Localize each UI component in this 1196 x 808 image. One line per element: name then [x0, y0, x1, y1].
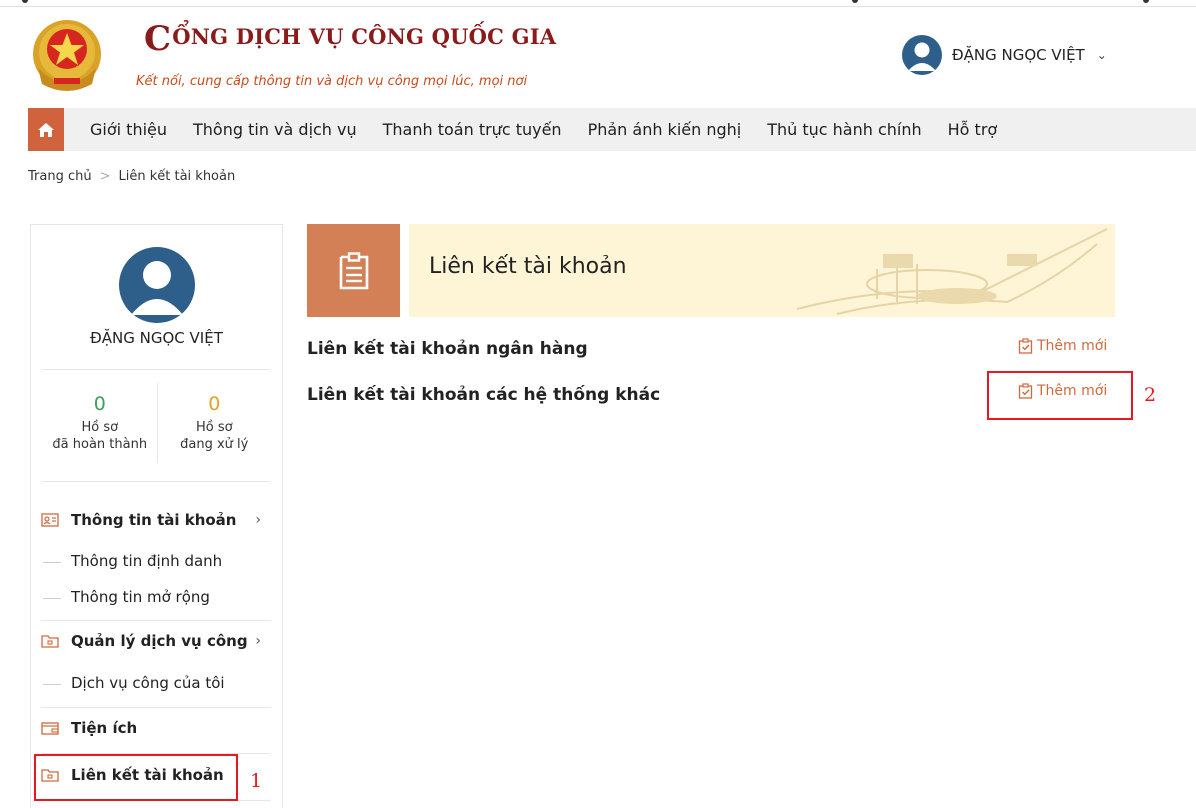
sidebar-item-utilities[interactable]: Tiện ích: [41, 719, 269, 737]
stat-completed[interactable]: 0 Hồ sơ đã hoàn thành: [43, 383, 157, 463]
bank-link-title: Liên kết tài khoản ngân hàng: [307, 339, 588, 359]
sidebar-item-label: Tiện ích: [71, 719, 138, 737]
nav-item-feedback[interactable]: Phản ánh kiến nghị: [588, 120, 742, 139]
clipboard-check-icon: [1018, 338, 1033, 354]
nav-item-intro[interactable]: Giới thiệu: [90, 120, 167, 139]
tree-line: [43, 562, 61, 563]
add-bank-link-label: Thêm mới: [1037, 338, 1108, 354]
page-title: Liên kết tài khoản: [429, 254, 627, 279]
chevron-down-icon: ⌄: [1096, 48, 1107, 62]
page-banner: Liên kết tài khoản: [307, 224, 1115, 317]
national-emblem-logo[interactable]: [28, 18, 106, 94]
nav-item-support[interactable]: Hỗ trợ: [948, 120, 998, 139]
clipboard-icon: [307, 224, 400, 317]
other-systems-link-title: Liên kết tài khoản các hệ thống khác: [307, 385, 661, 405]
user-name: ĐẶNG NGỌC VIỆT: [952, 46, 1085, 64]
tree-line: [43, 598, 61, 599]
add-bank-link-button[interactable]: Thêm mới: [1018, 338, 1107, 354]
profile-name: ĐẶNG NGỌC VIỆT: [90, 329, 223, 347]
breadcrumb-home[interactable]: Trang chủ: [28, 169, 92, 184]
account-sidebar: ĐẶNG NGỌC VIỆT 0 Hồ sơ đã hoàn thành 0 H…: [30, 224, 283, 808]
brand-title: CỔNG DỊCH VỤ CÔNG QUỐC GIA: [144, 22, 556, 56]
stats-panel: 0 Hồ sơ đã hoàn thành 0 Hồ sơ đang xử lý: [43, 383, 271, 463]
main-nav: Giới thiệu Thông tin và dịch vụ Thanh to…: [28, 108, 1196, 151]
brand-subtitle: Kết nối, cung cấp thông tin và dịch vụ c…: [136, 74, 528, 89]
brand-initial: C: [144, 19, 172, 59]
sidebar-subitem-my-services[interactable]: Dịch vụ công của tôi: [71, 674, 225, 692]
sidebar-divider: [41, 707, 271, 708]
stat-processing-count: 0: [208, 393, 221, 415]
user-avatar-icon: [902, 35, 942, 75]
nav-item-online-payment[interactable]: Thanh toán trực tuyến: [383, 120, 562, 139]
wallet-icon: [41, 722, 59, 735]
stat-completed-label: Hồ sơ đã hoàn thành: [52, 420, 148, 452]
sidebar-divider: [41, 481, 271, 482]
annotation-box-2: [987, 371, 1133, 420]
stat-processing-label: Hồ sơ đang xử lý: [180, 420, 249, 452]
chevron-right-icon: ›: [255, 633, 261, 649]
chevron-right-icon: ›: [255, 512, 261, 528]
tree-line: [43, 684, 61, 685]
user-menu[interactable]: ĐẶNG NGỌC VIỆT ⌄: [902, 35, 1107, 75]
folder-icon: [41, 635, 59, 648]
sidebar-subitem-extended-info[interactable]: Thông tin mở rộng: [71, 588, 210, 606]
brand-title-text: ỔNG DỊCH VỤ CÔNG QUỐC GIA: [172, 24, 557, 49]
profile-avatar-icon: [119, 247, 195, 323]
sidebar-item-label: Quản lý dịch vụ công: [71, 632, 248, 650]
home-button[interactable]: [28, 108, 64, 151]
stat-processing[interactable]: 0 Hồ sơ đang xử lý: [156, 383, 272, 463]
breadcrumb-separator: >: [99, 169, 111, 184]
home-icon: [38, 122, 54, 137]
annotation-label-1: 1: [250, 770, 263, 792]
annotation-label-2: 2: [1144, 384, 1157, 406]
sidebar-divider: [41, 620, 271, 621]
breadcrumb: Trang chủ > Liên kết tài khoản: [28, 169, 235, 184]
bird-pattern-decoration: [796, 228, 1108, 315]
id-card-icon: [41, 513, 59, 527]
sidebar-subitem-identity-info[interactable]: Thông tin định danh: [71, 552, 222, 570]
nav-item-info-services[interactable]: Thông tin và dịch vụ: [193, 120, 357, 139]
top-divider: [0, 6, 1196, 7]
annotation-box-1: [34, 754, 238, 801]
nav-item-admin-procedures[interactable]: Thủ tục hành chính: [767, 120, 921, 139]
sidebar-item-label: Thông tin tài khoản: [71, 511, 237, 529]
stat-completed-count: 0: [93, 393, 106, 415]
sidebar-item-public-services[interactable]: Quản lý dịch vụ công ›: [41, 632, 269, 650]
sidebar-divider: [41, 369, 271, 370]
sidebar-item-account-info[interactable]: Thông tin tài khoản ›: [41, 511, 269, 529]
breadcrumb-current: Liên kết tài khoản: [118, 169, 236, 184]
